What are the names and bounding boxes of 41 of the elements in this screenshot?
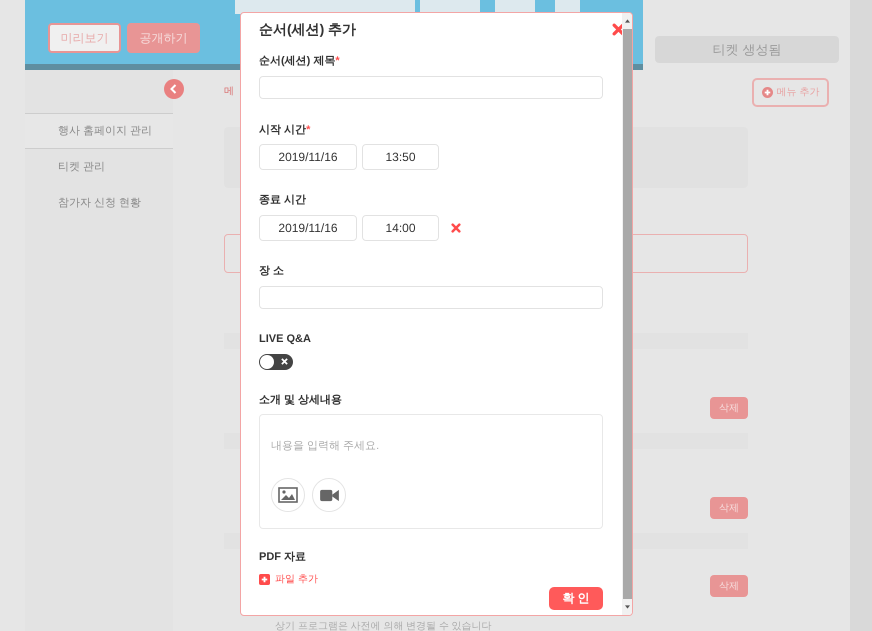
field-label: PDF 자료 [259,550,308,565]
sidebar-item[interactable]: 행사 홈페이지 관리 [25,113,173,149]
plus-icon [259,574,270,584]
preview-button[interactable]: 미리보기 [48,23,121,53]
delete-button[interactable]: 삭제 [710,497,748,519]
field-label: 시작 시간* [259,122,312,138]
time-field[interactable]: 13:50 [362,144,439,170]
delete-button[interactable]: 삭제 [710,575,748,597]
scroll-down-icon[interactable] [624,605,630,609]
field-label: 순서(세션) 제목* [259,54,341,69]
date-field[interactable]: 2019/11/16 [259,214,357,240]
text-field[interactable] [259,286,603,308]
sidebar-item[interactable]: 티켓 관리 [25,149,173,185]
plus-icon [762,87,773,98]
content-editor[interactable]: 내용을 입력해 주세요. [259,414,603,529]
add-file-link[interactable]: 파일 추가 [259,572,318,586]
field-label: 소개 및 상세내용 [259,392,344,408]
field-label: 종료 시간 [259,193,308,208]
image-icon[interactable] [271,478,305,512]
delete-button[interactable]: 삭제 [710,397,748,419]
editor-placeholder: 내용을 입력해 주세요. [271,439,380,454]
date-field[interactable]: 2019/11/16 [259,144,357,170]
menu-tab[interactable]: 메 [224,84,234,99]
sidebar-item[interactable]: 참가자 신청 현황 [25,185,173,221]
confirm-button[interactable]: 확 인 [549,586,603,610]
scrollbar[interactable] [622,13,632,615]
modal-title: 순서(세션) 추가 [259,20,356,39]
footer-note: 상기 프로그램은 사전에 의해 변경될 수 있습니다 [275,620,492,631]
x-icon [281,358,288,365]
time-field[interactable]: 14:00 [362,214,439,240]
field-label: LIVE Q&A [259,332,312,347]
text-field[interactable] [259,76,603,99]
video-icon[interactable] [312,478,346,512]
publish-button[interactable]: 공개하기 [127,23,200,53]
toggle-switch[interactable] [259,354,293,370]
field-label: 장 소 [259,264,286,278]
add-menu-button[interactable]: 메뉴 추가 [752,78,829,107]
close-icon[interactable] [612,23,625,36]
collapse-icon[interactable] [164,79,184,99]
remove-icon[interactable] [451,222,461,232]
scroll-up-icon[interactable] [624,19,630,23]
